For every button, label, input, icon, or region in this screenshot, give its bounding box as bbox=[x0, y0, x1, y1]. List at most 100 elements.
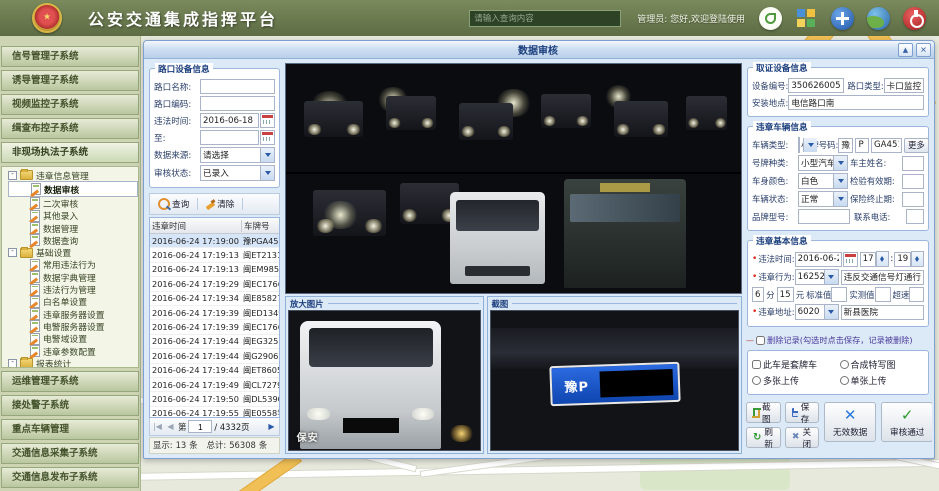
device-no-input[interactable] bbox=[788, 78, 844, 93]
vehicle-status-select[interactable]: 正常 bbox=[798, 191, 848, 207]
clear-button[interactable]: 清除 bbox=[201, 196, 239, 212]
date-to-input[interactable] bbox=[200, 130, 259, 145]
tree-item[interactable]: 数据审核 bbox=[8, 181, 138, 197]
tree-item[interactable]: -报表统计 bbox=[8, 357, 138, 368]
multi-upload-radio[interactable] bbox=[752, 376, 761, 385]
phone-input[interactable] bbox=[906, 209, 924, 224]
insurance-input[interactable] bbox=[902, 192, 924, 207]
tree-item[interactable]: 违章服务器设置 bbox=[8, 308, 138, 320]
sidebar-section[interactable]: 非现场执法子系统 bbox=[1, 142, 139, 163]
violation-hour-input[interactable] bbox=[860, 252, 877, 267]
globe-icon[interactable] bbox=[867, 7, 890, 30]
apps-grid-icon[interactable] bbox=[795, 7, 818, 30]
tree-item[interactable]: 违法行为管理 bbox=[8, 283, 138, 295]
page-number-input[interactable] bbox=[188, 420, 212, 433]
sidebar-section[interactable]: 交通信息发布子系统 bbox=[1, 467, 139, 488]
more-button[interactable]: 更多 bbox=[904, 138, 929, 153]
date-from-input[interactable] bbox=[200, 113, 259, 128]
junction-code-input[interactable] bbox=[200, 96, 275, 111]
overspeed-input[interactable] bbox=[909, 287, 924, 302]
tree-item[interactable]: 数据查询 bbox=[8, 234, 138, 246]
table-row[interactable]: 2016-06-24 17:19:44闽ET8605 bbox=[150, 364, 279, 378]
junction-name-input[interactable] bbox=[200, 79, 275, 94]
calendar-icon[interactable] bbox=[843, 252, 858, 267]
sidebar-section[interactable]: 接处警子系统 bbox=[1, 395, 139, 416]
delete-record-checkbox[interactable] bbox=[756, 336, 765, 345]
plate-column-header[interactable]: 车牌号 bbox=[242, 220, 279, 232]
next-page-icon[interactable]: ▶ bbox=[266, 421, 277, 432]
screenshot-button[interactable]: 截图 bbox=[746, 402, 781, 423]
body-color-select[interactable]: 白色 bbox=[798, 173, 848, 189]
table-row[interactable]: 2016-06-24 17:19:44闽EG3253 bbox=[150, 335, 279, 349]
close-button[interactable]: ✖ 关闭 bbox=[785, 427, 819, 448]
calendar-icon[interactable] bbox=[260, 130, 275, 145]
single-upload-radio[interactable] bbox=[840, 376, 849, 385]
save-button[interactable]: 保存 bbox=[785, 402, 820, 423]
minute-spinner[interactable] bbox=[911, 251, 924, 267]
sidebar-section[interactable]: 运维管理子系统 bbox=[1, 371, 139, 392]
violation-date-input[interactable] bbox=[795, 252, 842, 267]
address-input[interactable] bbox=[841, 305, 924, 320]
invalid-data-button[interactable]: ✕ 无效数据 bbox=[824, 402, 876, 442]
tree-item[interactable]: -基础设置 bbox=[8, 246, 138, 258]
install-location-input[interactable] bbox=[788, 95, 924, 110]
table-row[interactable]: 2016-06-24 17:19:44闽G29068 bbox=[150, 349, 279, 363]
measured-input[interactable] bbox=[875, 287, 891, 302]
first-page-icon[interactable]: |◀ bbox=[152, 421, 163, 432]
plate-number-input[interactable] bbox=[871, 138, 902, 153]
sidebar-section[interactable]: 诱导管理子系统 bbox=[1, 70, 139, 91]
table-row[interactable]: 2016-06-24 17:19:55闽E0558学 bbox=[150, 407, 279, 417]
sidebar-section[interactable]: 交通信息采集子系统 bbox=[1, 443, 139, 464]
grid-header[interactable]: 违章时间 车牌号 bbox=[150, 218, 279, 234]
tree-toggle-icon[interactable]: - bbox=[8, 171, 17, 180]
data-source-select[interactable]: 请选择 bbox=[200, 147, 275, 163]
tree-item[interactable]: 二次审核 bbox=[8, 197, 138, 209]
clone-plate-checkbox[interactable] bbox=[752, 360, 761, 369]
table-row[interactable]: 2016-06-24 17:19:34闽E85827 bbox=[150, 292, 279, 306]
table-row[interactable]: 2016-06-24 17:19:00豫PGA451 bbox=[150, 234, 279, 248]
tree-item[interactable]: 数据管理 bbox=[8, 222, 138, 234]
calendar-icon[interactable] bbox=[260, 113, 275, 128]
table-row[interactable]: 2016-06-24 17:19:13闽EM9853 bbox=[150, 263, 279, 277]
plate-kind-select[interactable]: 小型汽车 bbox=[798, 155, 848, 171]
refresh-button[interactable]: ↻ 刷新 bbox=[746, 427, 781, 448]
points-input[interactable] bbox=[752, 287, 764, 302]
sidebar-section[interactable]: 缉查布控子系统 bbox=[1, 118, 139, 139]
plus-icon[interactable] bbox=[831, 7, 854, 30]
close-window-button[interactable] bbox=[916, 43, 931, 57]
table-row[interactable]: 2016-06-24 17:19:13闽ET2131 bbox=[150, 248, 279, 262]
plate-province-input[interactable] bbox=[838, 138, 853, 153]
vehicle-type-select[interactable]: 小型轿车 bbox=[798, 137, 800, 153]
standard-input[interactable] bbox=[831, 287, 847, 302]
tree-item[interactable]: -违章信息管理 bbox=[8, 169, 138, 181]
hour-spinner[interactable] bbox=[876, 251, 889, 267]
tree-item[interactable]: 电警服务器设置 bbox=[8, 320, 138, 332]
tree-toggle-icon[interactable]: - bbox=[8, 359, 17, 368]
sidebar-section[interactable]: 重点车辆管理 bbox=[1, 419, 139, 440]
review-status-select[interactable]: 已录入 bbox=[200, 165, 275, 181]
inspection-input[interactable] bbox=[902, 174, 924, 189]
query-button[interactable]: 查询 bbox=[153, 196, 194, 212]
table-row[interactable]: 2016-06-24 17:19:39闽ED1349 bbox=[150, 306, 279, 320]
power-icon[interactable] bbox=[903, 7, 926, 30]
window-titlebar[interactable]: 数据审核 bbox=[144, 41, 934, 59]
behavior-code-select[interactable]: 16252 bbox=[795, 269, 839, 285]
tree-item[interactable]: 数据字典管理 bbox=[8, 271, 138, 283]
time-column-header[interactable]: 违章时间 bbox=[150, 220, 242, 232]
flower-icon[interactable] bbox=[759, 7, 782, 30]
tree-item[interactable]: 违章参数配置 bbox=[8, 345, 138, 357]
junction-type-input[interactable] bbox=[884, 78, 924, 93]
tree-toggle-icon[interactable]: - bbox=[8, 248, 17, 257]
tree-item[interactable]: 电警域设置 bbox=[8, 333, 138, 345]
approve-button[interactable]: ✓ 审核通过 bbox=[881, 402, 932, 442]
sidebar-section[interactable]: 视频监控子系统 bbox=[1, 94, 139, 115]
brand-model-input[interactable] bbox=[798, 209, 850, 224]
behavior-desc-input[interactable] bbox=[841, 270, 924, 285]
composite-radio[interactable] bbox=[840, 360, 849, 369]
fine-input[interactable] bbox=[777, 287, 794, 302]
table-row[interactable]: 2016-06-24 17:19:49闽CL7279 bbox=[150, 378, 279, 392]
tree-item[interactable]: 其他录入 bbox=[8, 210, 138, 222]
table-row[interactable]: 2016-06-24 17:19:50闽DL5390 bbox=[150, 392, 279, 406]
tree-item[interactable]: 白名单设置 bbox=[8, 296, 138, 308]
table-row[interactable]: 2016-06-24 17:19:29闽EC1766 bbox=[150, 277, 279, 291]
